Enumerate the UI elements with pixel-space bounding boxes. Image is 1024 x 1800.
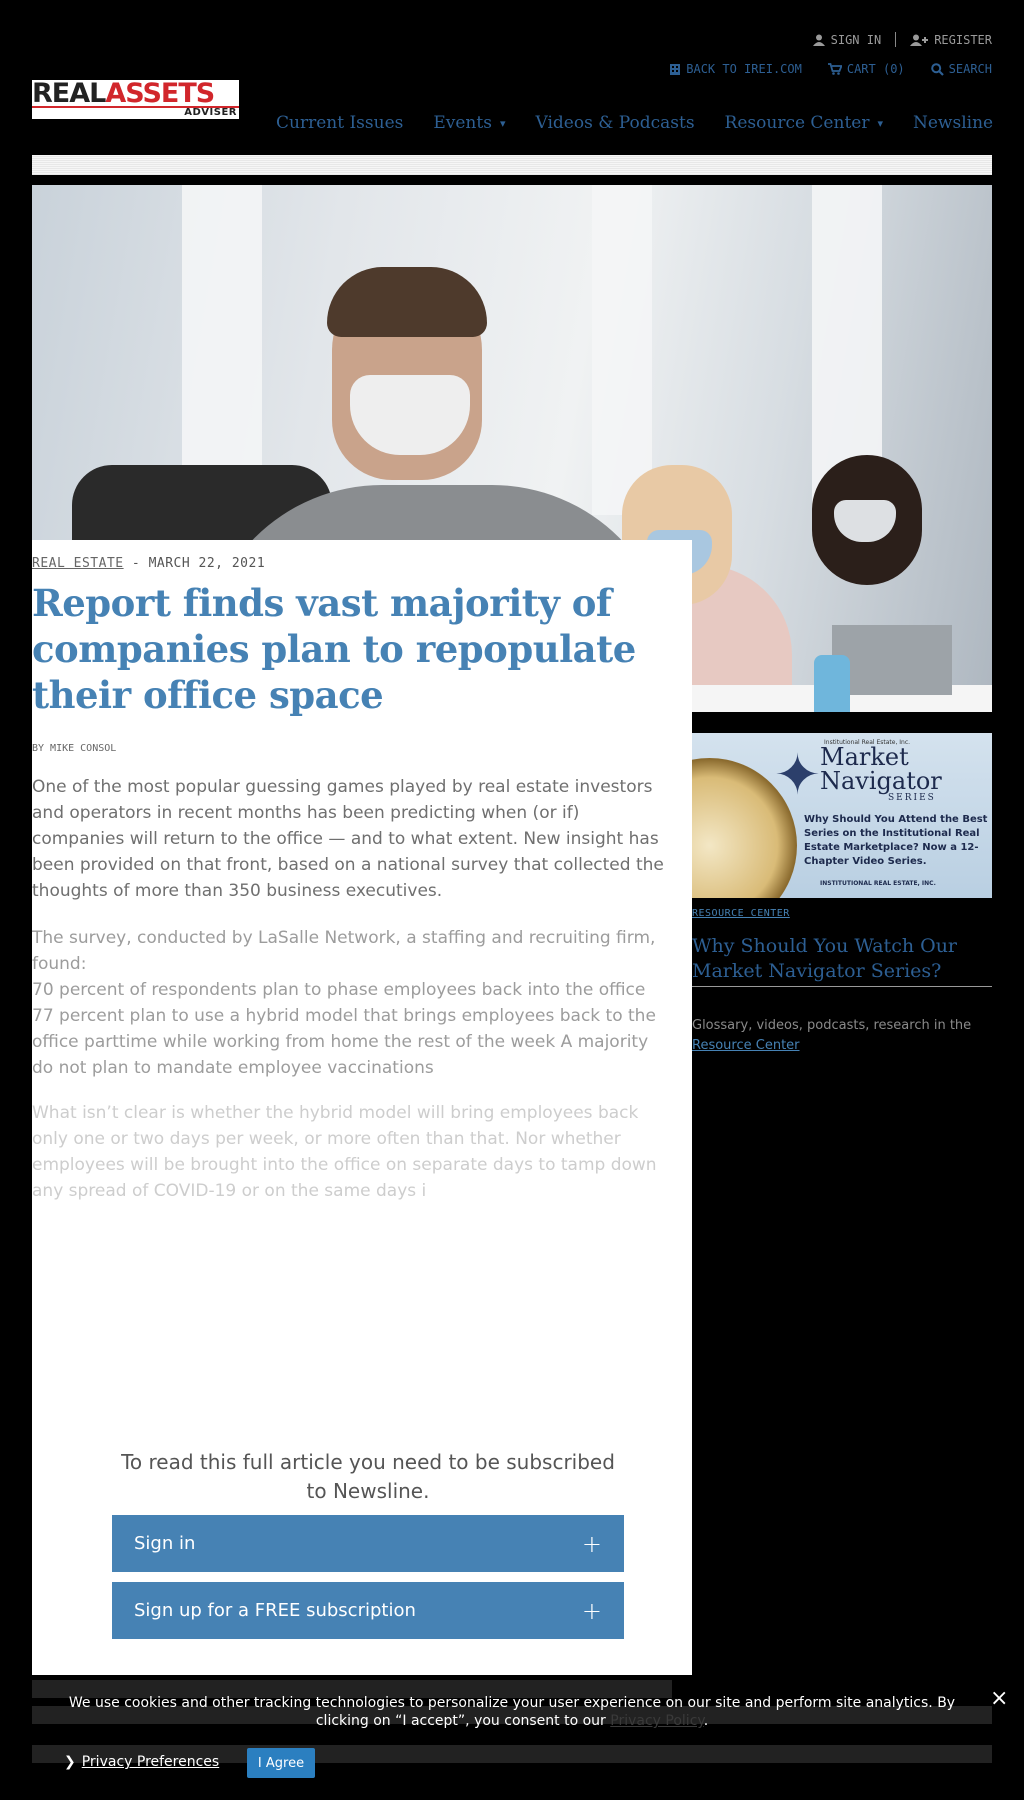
site-logo[interactable]: REALASSETS ADVISER	[32, 80, 239, 119]
sign-up-accordion[interactable]: Sign up for a FREE subscription +	[112, 1582, 624, 1639]
sidebar-section-link[interactable]: RESOURCE CENTER	[692, 908, 790, 919]
close-icon[interactable]: ×	[990, 1686, 1008, 1711]
agree-button[interactable]: I Agree	[247, 1748, 315, 1778]
register-link[interactable]: REGISTER	[910, 33, 992, 47]
user-icon	[812, 34, 825, 46]
sidebar-heading-link[interactable]: Why Should You Watch Our Market Navigato…	[692, 934, 992, 987]
resource-center-link[interactable]: Resource Center	[692, 1038, 800, 1053]
article-panel: REAL ESTATE - MARCH 22, 2021 Report find…	[32, 540, 692, 1675]
paragraph-line: The survey, conducted by LaSalle Network…	[32, 928, 656, 974]
user-plus-icon	[910, 34, 929, 46]
logo-wordmark: REALASSETS	[32, 78, 215, 109]
plus-icon: +	[581, 1529, 602, 1558]
market-navigator-ad[interactable]: ✦ Institutional Real Estate, Inc. Market…	[692, 733, 992, 898]
category-link[interactable]: REAL ESTATE	[32, 556, 124, 571]
cart-label: CART (0)	[846, 62, 905, 76]
cart-icon	[827, 63, 842, 75]
sign-in-label: SIGN IN	[830, 32, 882, 47]
privacy-preferences-label: Privacy Preferences	[81, 1754, 220, 1770]
article-date: - MARCH 22, 2021	[123, 556, 266, 571]
nav-newsline[interactable]: Newsline	[913, 113, 993, 133]
site-links: BACK TO IREI.COM CART (0) SEARCH	[669, 62, 992, 76]
paywall-message: To read this full article you need to be…	[121, 1450, 615, 1503]
main-nav: Current Issues Events ▾ Videos & Podcasts…	[276, 113, 1023, 133]
register-label: REGISTER	[934, 32, 992, 47]
sign-in-accordion[interactable]: Sign in +	[112, 1515, 624, 1572]
sign-in-accordion-label: Sign in	[134, 1533, 196, 1554]
ad-footer: INSTITUTIONAL REAL ESTATE, INC.	[820, 880, 936, 887]
nav-events[interactable]: Events ▾	[433, 113, 505, 133]
nav-videos-podcasts[interactable]: Videos & Podcasts	[535, 113, 694, 133]
article-paragraph-faded: What isn’t clear is whether the hybrid m…	[32, 1103, 657, 1201]
sign-up-accordion-label: Sign up for a FREE subscription	[134, 1600, 416, 1621]
privacy-policy-link[interactable]: Privacy Policy	[610, 1713, 703, 1729]
divider	[895, 32, 897, 47]
compass-star-icon: ✦	[774, 743, 821, 808]
plus-icon: +	[581, 1596, 602, 1625]
back-to-irei-link[interactable]: BACK TO IREI.COM	[669, 62, 802, 76]
logo-subtitle: ADVISER	[184, 107, 237, 118]
cookie-message: We use cookies and other tracking techno…	[68, 1695, 956, 1729]
chevron-down-icon: ▾	[877, 116, 883, 130]
ad-copy: Why Should You Attend the Best Series on…	[804, 814, 988, 867]
search-icon	[930, 62, 944, 76]
sidebar-text: Glossary, videos, podcasts, research in …	[692, 1018, 972, 1053]
paragraph-line: 77 percent plan to use a hybrid model th…	[32, 1006, 656, 1078]
account-links: SIGN IN REGISTER	[812, 32, 992, 47]
nav-resource-center[interactable]: Resource Center ▾	[725, 113, 883, 133]
cart-link[interactable]: CART (0)	[827, 62, 905, 76]
article-paragraph: One of the most popular guessing games p…	[32, 777, 664, 901]
article-title: Report finds vast majority of companies …	[32, 581, 636, 717]
chevron-down-icon: ▾	[499, 116, 506, 130]
nav-current-issues[interactable]: Current Issues	[276, 113, 403, 133]
paragraph-line: 70 percent of respondents plan to phase …	[32, 980, 646, 1000]
article-byline: BY MIKE CONSOL	[32, 743, 117, 754]
chevron-right-icon: ❯	[64, 1754, 76, 1770]
header-band	[32, 155, 992, 175]
ad-title: Market Navigator	[820, 743, 942, 795]
ad-series: SERIES	[888, 793, 936, 803]
article-paragraph: The survey, conducted by LaSalle Network…	[32, 925, 672, 1081]
search-link[interactable]: SEARCH	[930, 62, 992, 76]
article-meta: REAL ESTATE - MARCH 22, 2021	[32, 556, 265, 571]
privacy-preferences-button[interactable]: ❯ Privacy Preferences	[64, 1754, 219, 1770]
back-to-irei-label: BACK TO IREI.COM	[686, 62, 802, 76]
sign-in-link[interactable]: SIGN IN	[812, 32, 882, 47]
search-label: SEARCH	[948, 62, 992, 76]
building-icon	[670, 64, 681, 75]
